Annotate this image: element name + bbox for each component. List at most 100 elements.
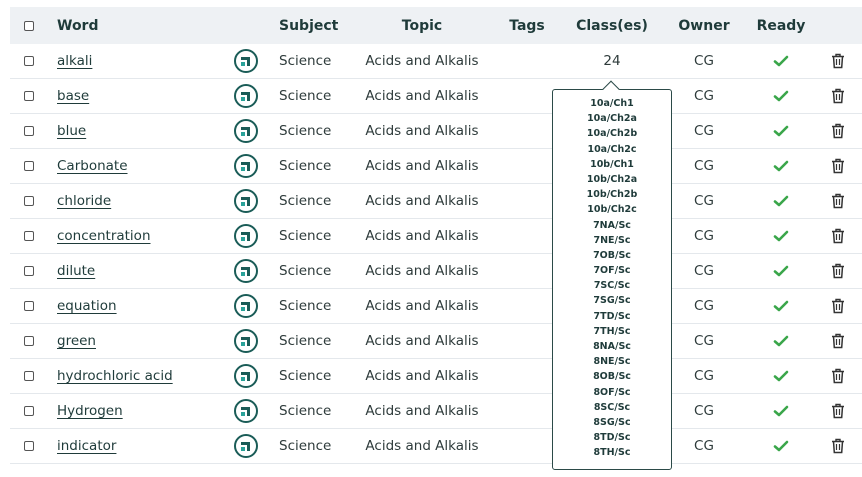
row-checkbox[interactable] xyxy=(24,266,34,276)
row-checkbox[interactable] xyxy=(24,91,34,101)
classes-popup-list: 10a/Ch1 10a/Ch2a 10a/Ch2b 10a/Ch2c 10b/Ch1 10… xyxy=(553,96,671,461)
word-link[interactable]: base xyxy=(57,88,89,104)
check-icon xyxy=(773,125,789,137)
word-cell: green xyxy=(57,324,96,358)
delete-cell xyxy=(828,289,848,323)
app-logo-icon[interactable] xyxy=(234,154,258,178)
subject-cell: Science xyxy=(279,193,332,209)
trash-icon[interactable] xyxy=(831,193,845,209)
subject-cell: Science xyxy=(279,263,332,279)
trash-icon[interactable] xyxy=(831,88,845,104)
row-checkbox[interactable] xyxy=(24,196,34,206)
ready-cell xyxy=(750,184,812,218)
topic-cell: Acids and Alkalis xyxy=(365,438,479,454)
table-row-partial xyxy=(10,464,862,477)
row-checkbox[interactable] xyxy=(24,406,34,416)
class-item: 7NA/Sc xyxy=(593,219,631,231)
class-item: 7OF/Sc xyxy=(593,265,631,277)
app-logo-icon[interactable] xyxy=(234,434,258,458)
class-item: 7TD/Sc xyxy=(593,310,631,322)
trash-icon[interactable] xyxy=(831,298,845,314)
class-item: 10b/Ch2c xyxy=(587,204,637,216)
word-cell: blue xyxy=(57,114,86,148)
word-link[interactable]: dilute xyxy=(57,263,95,279)
row-icon-cell xyxy=(234,219,258,253)
word-link[interactable]: green xyxy=(57,333,96,349)
row-checkbox[interactable] xyxy=(24,126,34,136)
app-logo-icon-glyph xyxy=(241,337,250,346)
row-select-cell xyxy=(24,79,38,113)
check-icon xyxy=(773,195,789,207)
word-link[interactable]: indicator xyxy=(57,438,116,454)
delete-cell xyxy=(828,44,848,78)
word-link[interactable]: alkali xyxy=(57,53,92,69)
trash-icon[interactable] xyxy=(831,53,845,69)
trash-icon[interactable] xyxy=(831,333,845,349)
app-logo-icon[interactable] xyxy=(234,189,258,213)
app-logo-icon[interactable] xyxy=(234,294,258,318)
app-logo-icon[interactable] xyxy=(234,259,258,283)
row-checkbox[interactable] xyxy=(24,56,34,66)
class-item: 7OB/Sc xyxy=(593,249,631,261)
topic-cell: Acids and Alkalis xyxy=(365,368,479,384)
class-item: 7SG/Sc xyxy=(593,295,631,307)
class-item: 10a/Ch2c xyxy=(587,143,637,155)
row-checkbox[interactable] xyxy=(24,371,34,381)
row-select-cell xyxy=(24,429,38,463)
classes-cell[interactable]: 24 xyxy=(570,44,654,78)
trash-icon[interactable] xyxy=(831,123,845,139)
delete-cell xyxy=(828,184,848,218)
word-link[interactable]: hydrochloric acid xyxy=(57,368,173,384)
trash-icon[interactable] xyxy=(831,228,845,244)
class-item: 7NE/Sc xyxy=(593,234,631,246)
row-checkbox[interactable] xyxy=(24,336,34,346)
word-link[interactable]: concentration xyxy=(57,228,151,244)
app-logo-icon[interactable] xyxy=(234,224,258,248)
table-row: blue Science Acids and Alkalis CG xyxy=(10,114,862,149)
app-logo-icon[interactable] xyxy=(234,399,258,423)
header-classes[interactable]: Class(es) xyxy=(570,7,654,44)
header-tags[interactable]: Tags xyxy=(500,7,554,44)
row-checkbox[interactable] xyxy=(24,441,34,451)
row-select-cell xyxy=(24,254,38,288)
header-owner[interactable]: Owner xyxy=(674,7,734,44)
app-logo-icon[interactable] xyxy=(234,119,258,143)
app-logo-icon[interactable] xyxy=(234,364,258,388)
header-subject[interactable]: Subject xyxy=(279,7,338,44)
app-logo-icon-glyph xyxy=(241,57,250,66)
trash-icon[interactable] xyxy=(831,158,845,174)
class-item: 7TH/Sc xyxy=(593,325,631,337)
row-icon-cell xyxy=(234,184,258,218)
ready-cell xyxy=(750,149,812,183)
header-topic[interactable]: Topic xyxy=(350,7,494,44)
ready-cell xyxy=(750,254,812,288)
topic-cell: Acids and Alkalis xyxy=(365,298,479,314)
word-link[interactable]: equation xyxy=(57,298,117,314)
word-link[interactable]: Hydrogen xyxy=(57,403,123,419)
row-checkbox[interactable] xyxy=(24,231,34,241)
trash-icon[interactable] xyxy=(831,438,845,454)
word-link[interactable]: Carbonate xyxy=(57,158,128,174)
subject-cell: Science xyxy=(279,53,332,69)
trash-icon[interactable] xyxy=(831,368,845,384)
trash-icon[interactable] xyxy=(831,263,845,279)
row-checkbox[interactable] xyxy=(24,301,34,311)
app-logo-icon[interactable] xyxy=(234,84,258,108)
header-ready[interactable]: Ready xyxy=(750,7,812,44)
row-checkbox[interactable] xyxy=(24,161,34,171)
owner-cell: CG xyxy=(694,53,714,69)
delete-cell xyxy=(828,324,848,358)
row-icon-cell xyxy=(234,429,258,463)
header-word[interactable]: Word xyxy=(57,7,99,44)
topic-cell: Acids and Alkalis xyxy=(365,333,479,349)
select-all-checkbox[interactable] xyxy=(24,20,34,31)
word-cell: dilute xyxy=(57,254,95,288)
class-item: 8OB/Sc xyxy=(593,371,631,383)
trash-icon[interactable] xyxy=(831,403,845,419)
word-link[interactable]: blue xyxy=(57,123,86,139)
check-icon xyxy=(773,55,789,67)
app-logo-icon[interactable] xyxy=(234,49,258,73)
word-link[interactable]: chloride xyxy=(57,193,111,209)
app-logo-icon[interactable] xyxy=(234,329,258,353)
app-logo-icon-glyph xyxy=(241,162,250,171)
